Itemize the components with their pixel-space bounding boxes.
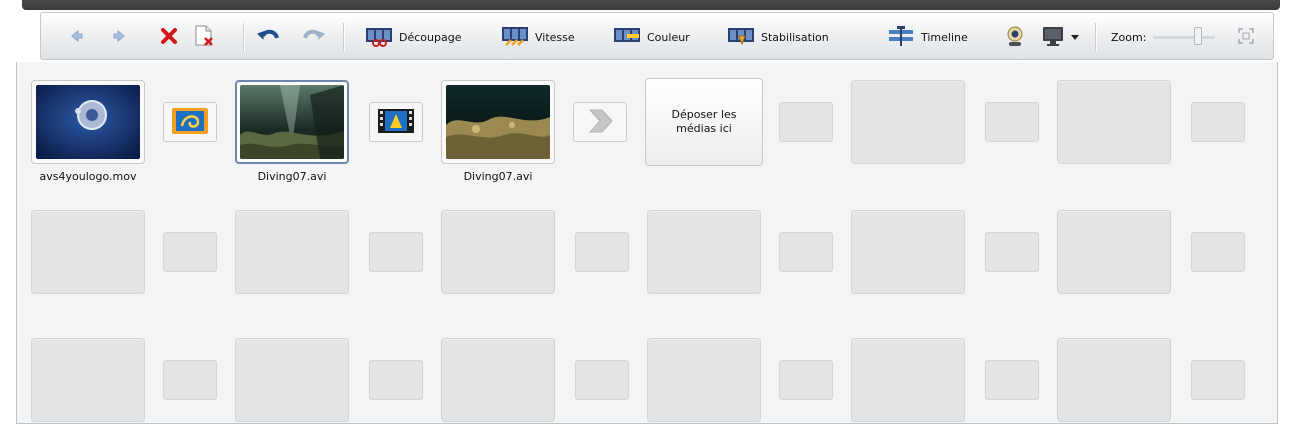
decoupage-button[interactable]: Découpage <box>365 13 461 61</box>
stabilisation-button[interactable]: Stabilisation <box>727 13 829 61</box>
empty-transition-slot[interactable] <box>369 232 423 272</box>
remove-file-button[interactable] <box>193 13 215 61</box>
empty-transition-slot[interactable] <box>1191 360 1245 400</box>
empty-transition-slot[interactable] <box>779 232 833 272</box>
redo-button[interactable] <box>301 13 326 61</box>
empty-clip-slot[interactable] <box>1057 210 1171 294</box>
empty-clip-slot[interactable] <box>851 338 965 422</box>
zoom-slider-thumb[interactable] <box>1194 27 1202 45</box>
empty-clip-slot[interactable] <box>441 210 555 294</box>
couleur-label: Couleur <box>647 30 690 44</box>
stabilization-icon <box>727 25 755 50</box>
color-film-icon <box>613 25 641 50</box>
empty-clip-slot[interactable] <box>851 210 965 294</box>
arrow-left-icon <box>69 28 85 47</box>
storyboard-area: avs4youlogo.mov Diving07.avi Diving07.av… <box>16 62 1278 424</box>
empty-clip-slot[interactable] <box>31 210 145 294</box>
empty-clip-slot[interactable] <box>1057 338 1171 422</box>
stabilisation-label: Stabilisation <box>761 30 829 44</box>
transition-slot[interactable] <box>163 102 217 142</box>
couleur-button[interactable]: Couleur <box>613 13 690 61</box>
film-transition-icon <box>376 106 416 139</box>
empty-transition-slot[interactable] <box>1191 232 1245 272</box>
clip-filename: Diving07.avi <box>257 170 327 183</box>
display-mode-dropdown[interactable] <box>1041 13 1079 61</box>
decoupage-label: Découpage <box>399 30 462 44</box>
editor-frame: Découpage Vitesse Couleur Stabilisation <box>0 0 1298 434</box>
toolbar-separator <box>1095 23 1097 51</box>
empty-transition-slot[interactable] <box>985 102 1039 142</box>
monitor-icon <box>1041 25 1065 50</box>
empty-transition-slot[interactable] <box>163 232 217 272</box>
document-remove-icon <box>193 24 215 51</box>
empty-clip-slot[interactable] <box>441 338 555 422</box>
transition-slot[interactable] <box>369 102 423 142</box>
fit-window-button[interactable] <box>1237 13 1255 61</box>
clip-filename: avs4youlogo.mov <box>39 170 137 183</box>
drop-zone-label: Déposer les médias ici <box>671 108 737 135</box>
transition-slot[interactable] <box>573 102 627 142</box>
clip-thumbnail-selected[interactable] <box>235 80 349 164</box>
webcam-button[interactable] <box>1003 13 1027 61</box>
toolbar-separator <box>343 23 345 51</box>
red-x-icon <box>159 26 179 49</box>
empty-transition-slot[interactable] <box>1191 102 1245 142</box>
underwater-clip-image <box>240 85 344 159</box>
cut-film-icon <box>365 25 393 50</box>
logo-clip-image <box>36 85 140 159</box>
clip-thumbnail[interactable] <box>441 80 555 164</box>
undo-icon <box>256 26 281 49</box>
fit-window-icon <box>1237 27 1255 48</box>
toolbar: Découpage Vitesse Couleur Stabilisation <box>40 12 1274 60</box>
forward-button[interactable] <box>111 13 127 61</box>
empty-clip-slot[interactable] <box>851 80 965 164</box>
empty-transition-slot[interactable] <box>985 360 1039 400</box>
vitesse-button[interactable]: Vitesse <box>501 13 575 61</box>
timeline-button[interactable]: Timeline <box>887 13 968 61</box>
window-top-edge <box>22 0 1280 10</box>
empty-clip-slot[interactable] <box>235 210 349 294</box>
empty-transition-slot[interactable] <box>369 360 423 400</box>
media-drop-zone[interactable]: Déposer les médias ici <box>645 78 763 166</box>
webcam-icon <box>1003 24 1027 51</box>
arrow-transition-icon <box>580 106 620 139</box>
toolbar-separator <box>243 23 245 51</box>
redo-icon <box>301 26 326 49</box>
empty-clip-slot[interactable] <box>647 210 761 294</box>
empty-transition-slot[interactable] <box>575 360 629 400</box>
empty-transition-slot[interactable] <box>779 360 833 400</box>
zoom-label: Zoom: <box>1111 30 1147 44</box>
chevron-down-icon <box>1071 31 1079 44</box>
empty-transition-slot[interactable] <box>779 102 833 142</box>
speed-film-icon <box>501 25 529 50</box>
reef-clip-image <box>446 85 550 159</box>
empty-transition-slot[interactable] <box>163 360 217 400</box>
empty-transition-slot[interactable] <box>985 232 1039 272</box>
arrow-right-icon <box>111 28 127 47</box>
timeline-icon <box>887 25 915 50</box>
empty-clip-slot[interactable] <box>1057 80 1171 164</box>
empty-transition-slot[interactable] <box>575 232 629 272</box>
blue-transition-icon <box>170 106 210 139</box>
vitesse-label: Vitesse <box>535 30 575 44</box>
back-button[interactable] <box>69 13 85 61</box>
delete-button[interactable] <box>159 13 179 61</box>
zoom-label-wrap: Zoom: <box>1111 13 1146 61</box>
clip-thumbnail[interactable] <box>31 80 145 164</box>
zoom-slider-track[interactable] <box>1153 36 1215 39</box>
clip-filename: Diving07.avi <box>463 170 533 183</box>
empty-clip-slot[interactable] <box>647 338 761 422</box>
timeline-label: Timeline <box>921 30 968 44</box>
undo-button[interactable] <box>256 13 281 61</box>
empty-clip-slot[interactable] <box>31 338 145 422</box>
empty-clip-slot[interactable] <box>235 338 349 422</box>
